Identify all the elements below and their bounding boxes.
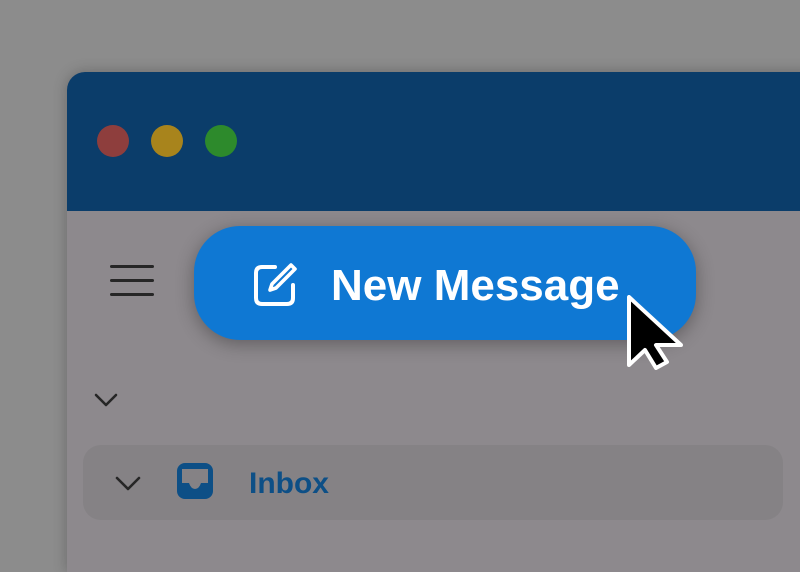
chevron-down-icon[interactable] — [94, 390, 118, 410]
hamburger-icon[interactable] — [110, 265, 154, 297]
new-message-label: New Message — [331, 261, 620, 310]
close-window-button[interactable] — [97, 125, 129, 157]
title-bar[interactable] — [67, 72, 800, 211]
sidebar-item-label: Inbox — [249, 467, 329, 500]
inbox-icon — [177, 463, 213, 499]
mouse-cursor-icon — [627, 295, 683, 370]
sidebar-item-inbox[interactable]: Inbox — [83, 445, 783, 520]
minimize-window-button[interactable] — [151, 125, 183, 157]
zoom-window-button[interactable] — [205, 125, 237, 157]
new-message-button[interactable]: New Message — [194, 226, 696, 340]
chevron-down-icon[interactable] — [115, 473, 141, 493]
compose-icon — [254, 263, 297, 306]
